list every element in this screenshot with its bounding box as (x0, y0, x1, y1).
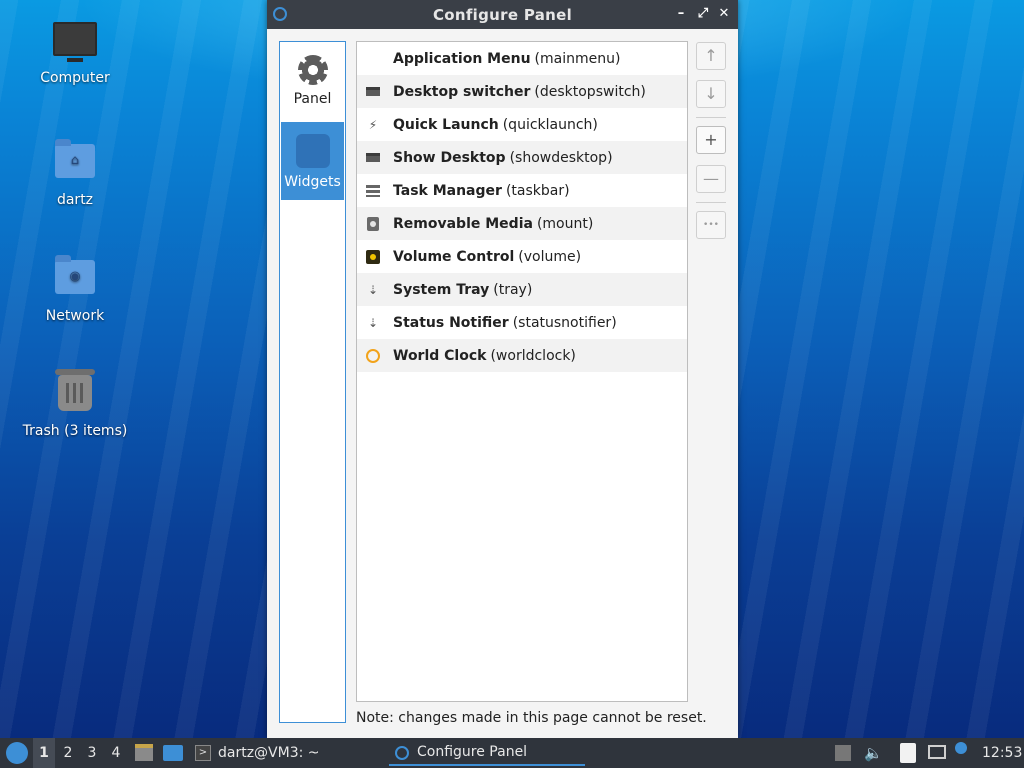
widget-settings-button[interactable]: ••• (696, 211, 726, 239)
computer-icon (53, 22, 97, 64)
widget-name: Removable Media (393, 215, 533, 232)
move-up-button[interactable]: ↑ (696, 42, 726, 70)
widget-id: (worldclock) (490, 347, 576, 364)
tray-icon: ⇣ (367, 282, 379, 297)
widget-name: Status Notifier (393, 314, 509, 331)
desktop-icon-label: Network (45, 308, 105, 324)
desktop-switch-2[interactable]: 2 (57, 738, 79, 768)
desktop-switch-4[interactable]: 4 (105, 738, 127, 768)
window-title: Configure Panel (432, 6, 573, 24)
widget-name: Volume Control (393, 248, 515, 265)
toolbar-divider (696, 202, 726, 203)
desktop-icon-home[interactable]: ⌂ dartz (15, 139, 135, 208)
volume-icon[interactable]: 🔈 (864, 745, 883, 761)
removable-media-icon[interactable] (835, 745, 851, 761)
list-item[interactable]: ⇣ System Tray (tray) (357, 273, 687, 306)
show-desktop-icon (365, 150, 381, 166)
desktop-switcher-icon (365, 84, 381, 100)
terminal-icon: > (195, 745, 211, 761)
file-manager-icon[interactable] (135, 744, 153, 761)
clipboard-icon[interactable] (900, 743, 916, 763)
puzzle-icon (295, 134, 330, 168)
titlebar[interactable]: Configure Panel – ⤢ ✕ (267, 0, 738, 29)
list-item[interactable]: Desktop switcher (desktopswitch) (357, 75, 687, 108)
desktop-switch-1[interactable]: 1 (33, 738, 55, 768)
clock-icon (365, 348, 381, 364)
sidebar-item-widgets[interactable]: Widgets (281, 122, 344, 200)
desktop-icon-computer[interactable]: Computer (15, 22, 135, 86)
widget-id: (tray) (493, 281, 533, 298)
list-item[interactable]: Task Manager (taskbar) (357, 174, 687, 207)
widget-id: (mainmenu) (534, 50, 621, 67)
widget-name: Show Desktop (393, 149, 506, 166)
gear-icon (297, 55, 328, 85)
configure-panel-window: Configure Panel – ⤢ ✕ Panel Widgets Appl… (267, 0, 738, 738)
widget-id: (taskbar) (505, 182, 570, 199)
maximize-button[interactable]: ⤢ (694, 5, 712, 23)
volume-icon (365, 249, 381, 265)
widget-id: (statusnotifier) (512, 314, 617, 331)
move-down-button[interactable]: ↓ (696, 80, 726, 108)
widget-id: (showdesktop) (509, 149, 613, 166)
widget-name: Desktop switcher (393, 83, 531, 100)
desktop-icon-label: Trash (3 items) (22, 423, 128, 439)
sidebar-item-label: Panel (293, 91, 332, 107)
widget-name: Task Manager (393, 182, 502, 199)
toolbar-divider (696, 117, 726, 118)
widget-name: World Clock (393, 347, 487, 364)
home-folder-icon: ⌂ (53, 139, 97, 186)
widget-id: (volume) (518, 248, 582, 265)
reset-note: Note: changes made in this page cannot b… (356, 710, 707, 726)
start-menu-icon[interactable] (6, 742, 28, 764)
add-widget-button[interactable]: + (696, 126, 726, 154)
widget-list: Application Menu (mainmenu) Desktop swit… (356, 41, 688, 702)
list-item[interactable]: Volume Control (volume) (357, 240, 687, 273)
taskbar: 1 2 3 4 > dartz@VM3: ~ Configure Panel 🔈… (0, 738, 1024, 768)
show-desktop-icon[interactable] (163, 745, 183, 761)
list-item[interactable]: Application Menu (mainmenu) (357, 42, 687, 75)
removable-media-icon (365, 216, 381, 232)
sidebar-item-label: Widgets (284, 174, 341, 190)
task-configure-panel[interactable]: Configure Panel (389, 738, 585, 766)
clock[interactable]: 12:53 (982, 738, 1022, 768)
remove-widget-button[interactable]: — (696, 165, 726, 193)
task-manager-icon (365, 183, 381, 199)
status-notifier-icon: ⇣ (367, 315, 379, 330)
lightning-icon: ⚡ (368, 117, 378, 132)
widget-id: (quicklaunch) (502, 116, 598, 133)
sidebar-item-panel[interactable]: Panel (281, 43, 344, 121)
list-item[interactable]: ⇣ Status Notifier (statusnotifier) (357, 306, 687, 339)
desktop-icon-label: dartz (56, 192, 94, 208)
notification-icon[interactable] (955, 742, 967, 754)
task-terminal[interactable]: dartz@VM3: ~ (218, 738, 320, 768)
widget-name: Quick Launch (393, 116, 499, 133)
desktop-icon-trash[interactable]: Trash (3 items) (15, 369, 135, 439)
desktop-icon-label: Computer (40, 70, 110, 86)
network-icon[interactable] (928, 745, 946, 759)
widget-name: System Tray (393, 281, 490, 298)
list-item[interactable]: World Clock (worldclock) (357, 339, 687, 372)
list-item[interactable]: ⚡ Quick Launch (quicklaunch) (357, 108, 687, 141)
menu-icon (365, 51, 381, 67)
trash-icon (53, 369, 97, 417)
widget-id: (mount) (536, 215, 594, 232)
widget-name: Application Menu (393, 50, 531, 67)
desktop-switch-3[interactable]: 3 (81, 738, 103, 768)
desktop-icon-network[interactable]: ◉ Network (15, 255, 135, 324)
list-item[interactable]: Show Desktop (showdesktop) (357, 141, 687, 174)
sidebar: Panel Widgets (279, 41, 346, 723)
widget-id: (desktopswitch) (534, 83, 646, 100)
close-button[interactable]: ✕ (715, 5, 733, 23)
network-folder-icon: ◉ (53, 255, 97, 302)
minimize-button[interactable]: – (672, 5, 690, 23)
list-item[interactable]: Removable Media (mount) (357, 207, 687, 240)
